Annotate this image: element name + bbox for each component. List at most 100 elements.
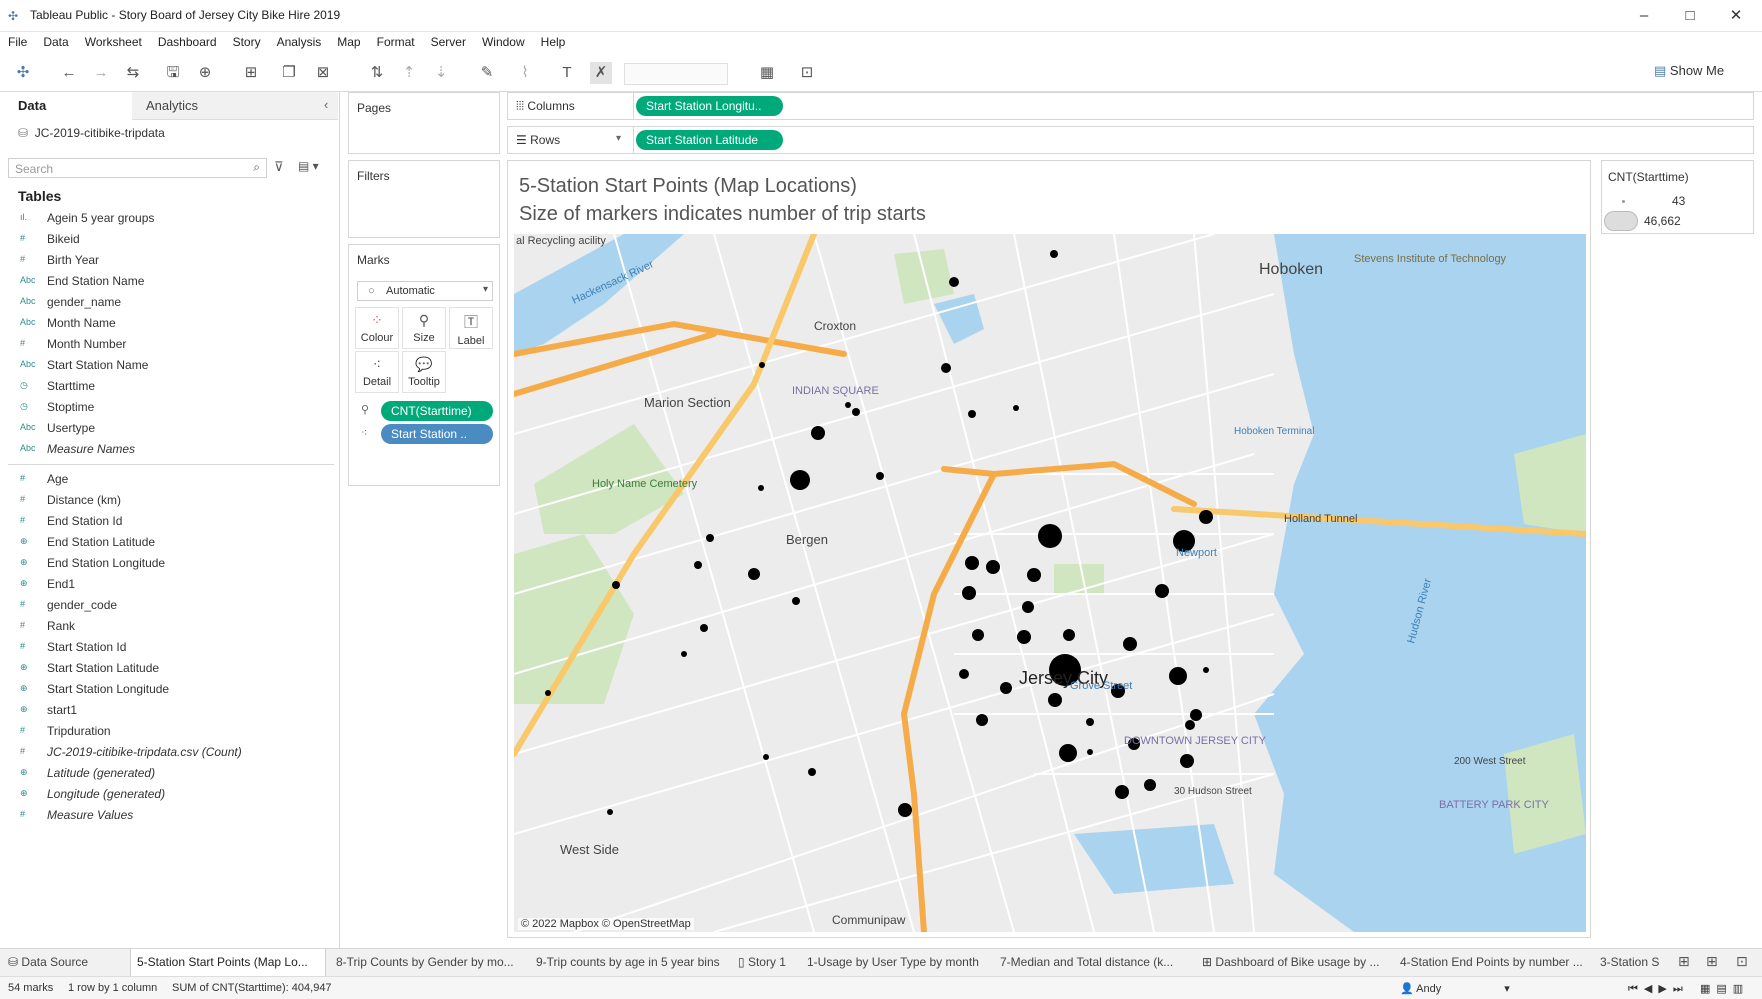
station-marker[interactable] [1199,510,1213,524]
redo-icon[interactable]: → [90,62,112,84]
tab-sheet-9-trip-age[interactable]: 9-Trip counts by age in 5 year bins [536,949,732,976]
new-story-icon[interactable]: ⊡ [1736,953,1748,970]
sort-ascending-icon[interactable]: ⇡ [398,62,420,84]
station-marker[interactable] [1017,630,1031,644]
mark-type-select[interactable]: ○ Automatic ▾ [357,281,493,301]
pill-start-longitude[interactable]: Start Station Longitu.. [636,96,783,116]
station-marker[interactable] [694,561,702,569]
station-marker[interactable] [959,669,969,679]
duplicate-sheet-icon[interactable]: ❐ [278,62,300,84]
new-worksheet-icon[interactable]: ⊞ [240,62,262,84]
datasource-item[interactable]: ⛁ JC-2019-citibike-tripdata [18,126,165,140]
field-item[interactable]: # JC-2019-citibike-tripdata.csv (Count) [0,742,336,763]
presentation-mode-icon[interactable]: ⊡ [796,62,818,84]
station-marker[interactable] [759,362,765,368]
pill-start-station[interactable]: Start Station .. [381,424,493,444]
field-item[interactable]: Abc Start Station Name [0,355,336,376]
station-marker[interactable] [1169,667,1187,685]
field-item[interactable]: ◷ Starttime [0,376,336,397]
save-icon[interactable]: 🖫 [162,62,184,84]
station-marker[interactable] [845,402,851,408]
field-item[interactable]: Abc Measure Names [0,439,336,460]
fit-select[interactable] [624,63,728,85]
show-labels-icon[interactable]: T [556,62,578,84]
clear-format-icon[interactable]: ✗ [590,62,612,84]
field-item[interactable]: # Measure Values [0,805,336,826]
station-marker[interactable] [876,472,884,480]
field-item[interactable]: # Age [0,469,336,490]
tab-sheet-1-usage[interactable]: 1-Usage by User Type by month [807,949,991,976]
station-marker[interactable] [1185,720,1195,730]
station-marker[interactable] [808,768,816,776]
station-marker[interactable] [852,408,860,416]
menu-dashboard[interactable]: Dashboard [150,32,225,54]
field-item[interactable]: # Tripduration [0,721,336,742]
station-marker[interactable] [941,363,951,373]
field-item[interactable]: ⊕ start1 [0,700,336,721]
menu-server[interactable]: Server [423,32,474,54]
field-item[interactable]: # Start Station Id [0,637,336,658]
station-marker[interactable] [972,629,984,641]
station-marker[interactable] [962,586,976,600]
station-marker[interactable] [758,485,764,491]
station-marker[interactable] [986,560,1000,574]
station-marker[interactable] [706,534,714,542]
new-datasource-icon[interactable]: ⊕ [194,62,216,84]
menu-data[interactable]: Data [35,32,76,54]
field-item[interactable]: # Rank [0,616,336,637]
menu-worksheet[interactable]: Worksheet [77,32,150,54]
field-item[interactable]: ıl. Agein 5 year groups [0,208,336,229]
collapse-pane-icon[interactable]: ‹ [324,97,328,112]
menu-window[interactable]: Window [474,32,533,54]
tab-sheet-7-median[interactable]: 7-Median and Total distance (k... [1000,949,1188,976]
label-button[interactable]: 🅃 Label [449,307,493,349]
field-item[interactable]: ⊕ Start Station Longitude [0,679,336,700]
group-icon[interactable]: ⌇ [514,62,536,84]
show-cards-icon[interactable]: ▦ [756,62,778,84]
tab-sheet-3-station[interactable]: 3-Station S [1600,949,1676,976]
station-marker[interactable] [1013,405,1019,411]
field-item[interactable]: Abc Month Name [0,313,336,334]
columns-shelf[interactable]: ⦙⦙⦙ Columns Start Station Longitu.. [507,92,1754,120]
station-marker[interactable] [1027,568,1041,582]
station-marker[interactable] [1123,637,1137,651]
station-marker[interactable] [748,568,760,580]
replay-icon[interactable]: ⇆ [122,62,144,84]
tab-sheet-8-trip-gender[interactable]: 8-Trip Counts by Gender by mo... [336,949,530,976]
station-marker[interactable] [976,714,988,726]
field-item[interactable]: # Birth Year [0,250,336,271]
field-item[interactable]: ⊕ End1 [0,574,336,595]
sheet-view-icons[interactable]: ▦▤▥ [1700,982,1749,995]
undo-icon[interactable]: ← [58,62,80,84]
new-worksheet-icon[interactable]: ⊞ [1678,953,1690,970]
menu-analysis[interactable]: Analysis [269,32,330,54]
map-attribution[interactable]: © 2022 Mapbox © OpenStreetMap [518,918,694,930]
station-marker[interactable] [612,581,620,589]
station-marker[interactable] [1087,749,1093,755]
pill-start-latitude[interactable]: Start Station Latitude [636,130,783,150]
field-item[interactable]: # Distance (km) [0,490,336,511]
colour-button[interactable]: ⁘ Colour [355,307,399,349]
station-marker[interactable] [700,624,708,632]
field-item[interactable]: ⊕ Latitude (generated) [0,763,336,784]
tableau-home-icon[interactable]: ✣ [12,62,34,84]
map-canvas[interactable]: Hoboken Jersey City Bergen West Side Mar… [514,234,1586,932]
station-marker[interactable] [763,754,769,760]
station-marker[interactable] [607,809,613,815]
clear-sheet-icon[interactable]: ⊠ [312,62,334,84]
sort-descending-icon[interactable]: ⇣ [430,62,452,84]
view-options-icon[interactable]: ▤ ▾ [298,159,319,173]
station-marker[interactable] [792,597,800,605]
field-item[interactable]: # gender_code [0,595,336,616]
tab-analytics[interactable]: Analytics [146,98,198,113]
sheet-nav-arrows[interactable]: ⏮◀▶⏭ [1628,982,1689,996]
menu-story[interactable]: Story [225,32,269,54]
field-item[interactable]: Abc gender_name [0,292,336,313]
station-marker[interactable] [1144,779,1156,791]
station-marker[interactable] [681,651,687,657]
station-marker[interactable] [1086,718,1094,726]
station-marker[interactable] [968,410,976,418]
field-item[interactable]: # End Station Id [0,511,336,532]
station-marker[interactable] [1059,744,1077,762]
user-menu[interactable]: 👤 Andy ▾ [1400,982,1510,995]
